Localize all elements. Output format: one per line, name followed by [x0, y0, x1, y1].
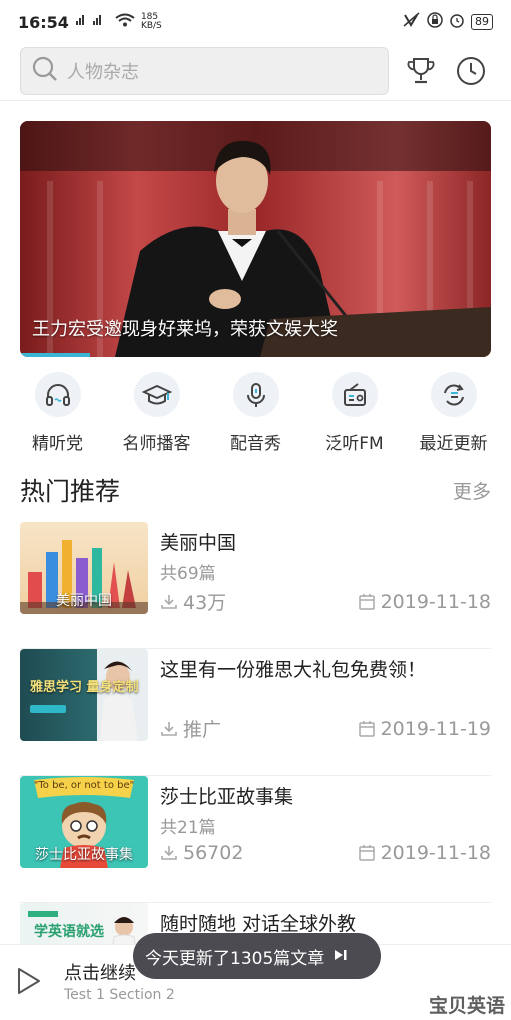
list-item[interactable]: "To be, or not to be" 莎士比亚故事集 莎士比亚故事集 共2… [20, 776, 491, 903]
thumb-label: 学英语就选 [34, 924, 104, 940]
thumb-caption: "To be, or not to be" [33, 780, 135, 791]
thumbnail: 雅思学习 量身定制 [20, 649, 148, 741]
play-icon[interactable] [16, 967, 42, 995]
history-button[interactable] [455, 55, 487, 87]
article-meta: 43万 2019-11-18 [160, 588, 491, 615]
calendar-icon [358, 845, 375, 861]
promo-tag: 推广 [183, 719, 222, 741]
radio-icon [331, 372, 378, 417]
list-item[interactable]: 美丽中国 美丽中国 共69篇 43万 2019-11-18 [20, 522, 491, 649]
status-time: 16:54 [18, 12, 69, 32]
lock-icon [427, 12, 443, 32]
graduation-cap-icon [133, 372, 180, 417]
nav-fanting-fm[interactable]: 泛听FM [307, 372, 403, 454]
volte-icon [403, 12, 421, 32]
refresh-list-icon [430, 372, 477, 417]
wifi-icon [115, 13, 135, 31]
trophy-icon [407, 58, 435, 84]
article-meta: 推广 2019-11-19 [160, 715, 491, 742]
section-header: 热门推荐 更多 [20, 470, 491, 510]
watermark: 宝贝英语 [428, 995, 505, 1017]
article-date: 2019-11-19 [380, 717, 491, 740]
update-toast[interactable]: 今天更新了1305篇文章 [133, 933, 381, 979]
banner-carousel[interactable]: 王力宏受邀现身好莱坞，荣获文娱大奖 [20, 121, 491, 357]
player-subtitle: Test 1 Section 2 [64, 987, 175, 1003]
clock-icon [457, 57, 485, 85]
download-count: 43万 [183, 592, 227, 614]
article-count: 共69篇 [160, 564, 216, 584]
thumbnail: "To be, or not to be" 莎士比亚故事集 [20, 776, 148, 868]
banner-indicator [20, 353, 90, 357]
nav-label: 名师播客 [122, 434, 191, 454]
download-count: 56702 [183, 842, 244, 864]
article-title: 莎士比亚故事集 [160, 786, 294, 808]
search-icon [31, 55, 59, 87]
nav-label: 配音秀 [230, 434, 281, 454]
alarm-icon [449, 12, 465, 32]
battery-icon: 89 [471, 14, 493, 30]
article-date: 2019-11-18 [380, 842, 491, 864]
search-row: 人物杂志 [20, 46, 491, 96]
article-meta: 56702 2019-11-18 [160, 842, 491, 864]
download-icon [161, 846, 177, 860]
nav-label: 精听党 [32, 434, 83, 454]
nav-mingshi-boke[interactable]: 名师播客 [109, 372, 205, 454]
calendar-icon [358, 720, 375, 737]
headphones-icon [34, 372, 81, 417]
article-count: 共21篇 [160, 818, 216, 838]
thumb-label: 莎士比亚故事集 [35, 847, 133, 863]
article-title: 这里有一份雅思大礼包免费领！ [160, 659, 427, 681]
banner-caption: 王力宏受邀现身好莱坞，荣获文娱大奖 [32, 319, 338, 340]
search-input[interactable]: 人物杂志 [20, 47, 389, 95]
toast-text: 今天更新了1305篇文章 [145, 948, 325, 969]
status-bar: 16:54 185 KB/S 89 [0, 0, 511, 44]
calendar-icon [358, 593, 375, 610]
header-divider [0, 100, 511, 101]
download-icon [161, 594, 177, 609]
signal-icon [75, 13, 109, 31]
microphone-icon [232, 372, 279, 417]
quick-nav: 精听党 名师播客 配音秀 泛听FM 最近更新 [0, 372, 511, 454]
network-speed: 185 KB/S [140, 12, 162, 31]
article-date: 2019-11-18 [380, 590, 491, 613]
nav-label: 泛听FM [325, 434, 384, 454]
more-link[interactable]: 更多 [453, 477, 491, 504]
nav-label: 最近更新 [419, 434, 488, 454]
list-item[interactable]: 雅思学习 量身定制 这里有一份雅思大礼包免费领！ 推广 2019-11-19 [20, 649, 491, 776]
article-title: 美丽中国 [160, 532, 237, 554]
thumb-label: 美丽中国 [56, 593, 112, 609]
nav-zuijin-gengxin[interactable]: 最近更新 [406, 372, 502, 454]
nav-jingtingdang[interactable]: 精听党 [10, 372, 106, 454]
thumbnail: 美丽中国 [20, 522, 148, 614]
section-title: 热门推荐 [20, 477, 121, 506]
player-title: 点击继续 [64, 963, 136, 984]
ielts-promo-image [30, 661, 138, 741]
article-title: 随时随地 对话全球外教 [160, 913, 357, 935]
skip-icon [334, 949, 348, 964]
nav-peiyinxiu[interactable]: 配音秀 [208, 372, 304, 454]
trophy-button[interactable] [405, 55, 437, 87]
thumb-label: 雅思学习 量身定制 [30, 680, 139, 695]
download-icon [161, 721, 177, 736]
search-placeholder: 人物杂志 [67, 62, 139, 83]
